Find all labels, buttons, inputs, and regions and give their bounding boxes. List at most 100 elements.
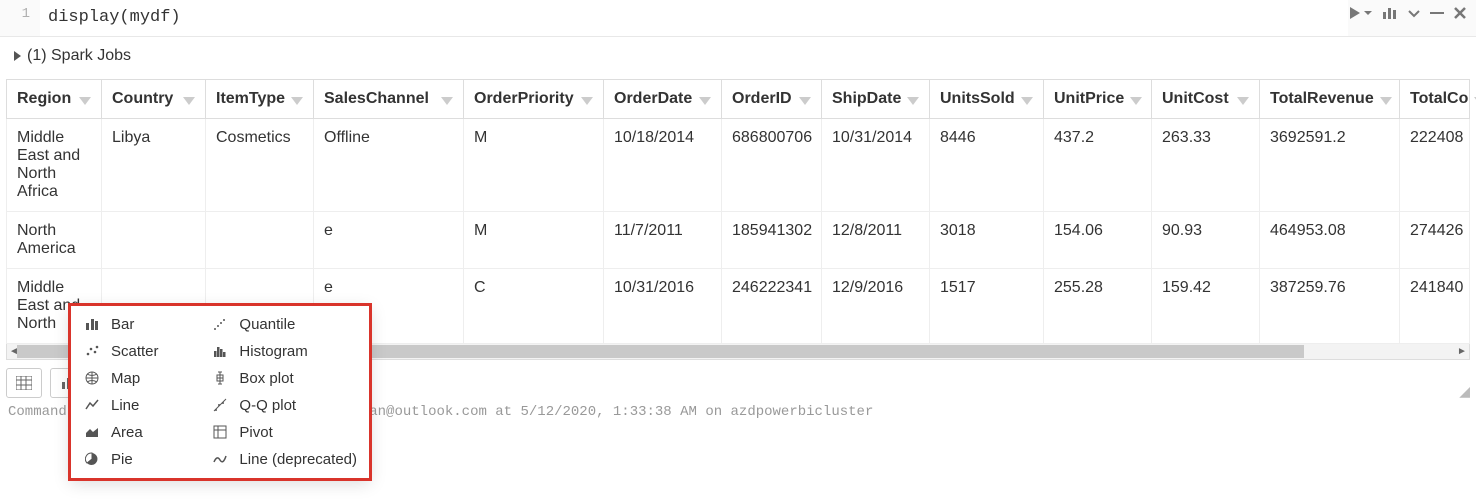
cell-unitssold: 1517 bbox=[930, 268, 1044, 343]
menu-item-label: Q-Q plot bbox=[239, 397, 296, 414]
column-header-shipdate[interactable]: ShipDate bbox=[822, 79, 930, 118]
chart-menu-scatter[interactable]: Scatter bbox=[83, 343, 193, 360]
chart-menu-pie[interactable]: Pie bbox=[83, 451, 193, 468]
pie-icon bbox=[83, 452, 101, 466]
cell-unitprice: 255.28 bbox=[1044, 268, 1152, 343]
column-header-unitssold[interactable]: UnitsSold bbox=[930, 79, 1044, 118]
expand-button[interactable] bbox=[1408, 8, 1420, 18]
cell-totalrevenue: 3692591.2 bbox=[1260, 118, 1400, 211]
sort-icon[interactable] bbox=[907, 97, 919, 105]
cell-unitssold: 8446 bbox=[930, 118, 1044, 211]
chart-menu-quantile[interactable]: Quantile bbox=[211, 316, 357, 333]
cell-orderdate: 10/18/2014 bbox=[604, 118, 722, 211]
cell-unitcost: 159.42 bbox=[1152, 268, 1260, 343]
spark-jobs-toggle[interactable]: (1) Spark Jobs bbox=[0, 37, 1476, 75]
sort-icon[interactable] bbox=[1130, 97, 1142, 105]
chart-menu-line[interactable]: Line bbox=[83, 397, 193, 414]
cell-saleschannel: e bbox=[314, 211, 464, 268]
notebook-cell: 1 display(mydf) (1) Spark Jobs bbox=[0, 0, 1476, 428]
table-row: North AmericaeM11/7/201118594130212/8/20… bbox=[7, 211, 1470, 268]
cell-shipdate: 10/31/2014 bbox=[822, 118, 930, 211]
cell-header: 1 display(mydf) bbox=[0, 0, 1476, 37]
column-header-orderpriority[interactable]: OrderPriority bbox=[464, 79, 604, 118]
column-header-country[interactable]: Country bbox=[102, 79, 206, 118]
cell-unitcost: 90.93 bbox=[1152, 211, 1260, 268]
menu-item-label: Pie bbox=[111, 451, 133, 468]
chart-menu-area[interactable]: Area bbox=[83, 424, 193, 441]
column-label: ShipDate bbox=[832, 90, 901, 108]
chart-menu-map[interactable]: Map bbox=[83, 370, 193, 387]
column-label: ItemType bbox=[216, 90, 285, 108]
chart-menu-line-deprecated-[interactable]: Line (deprecated) bbox=[211, 451, 357, 468]
box-icon bbox=[211, 371, 229, 385]
code-editor[interactable]: display(mydf) bbox=[40, 0, 1348, 36]
cell-region: Middle East and North Africa bbox=[7, 118, 102, 211]
column-header-totalrevenue[interactable]: TotalRevenue bbox=[1260, 79, 1400, 118]
sort-icon[interactable] bbox=[79, 97, 91, 105]
cell-totalrevenue: 387259.76 bbox=[1260, 268, 1400, 343]
sort-icon[interactable] bbox=[291, 97, 303, 105]
column-label: UnitCost bbox=[1162, 90, 1229, 108]
chart-view-button[interactable] bbox=[1382, 6, 1398, 20]
chart-menu-histogram[interactable]: Histogram bbox=[211, 343, 357, 360]
column-label: OrderID bbox=[732, 90, 792, 108]
cell-totalcost: 241840 bbox=[1400, 268, 1470, 343]
sort-icon[interactable] bbox=[441, 97, 453, 105]
sort-icon[interactable] bbox=[1380, 97, 1392, 105]
sort-icon[interactable] bbox=[581, 97, 593, 105]
cell-itemtype bbox=[206, 211, 314, 268]
sort-icon[interactable] bbox=[799, 97, 811, 105]
cell-totalrevenue: 464953.08 bbox=[1260, 211, 1400, 268]
column-label: Region bbox=[17, 90, 71, 108]
resize-grip-icon[interactable]: ◢ bbox=[1459, 383, 1470, 400]
cell-orderpriority: M bbox=[464, 211, 604, 268]
run-button[interactable] bbox=[1348, 6, 1372, 20]
chevron-right-icon bbox=[14, 51, 21, 61]
area-icon bbox=[83, 425, 101, 439]
column-label: SalesChannel bbox=[324, 90, 429, 108]
cell-country bbox=[102, 211, 206, 268]
column-header-itemtype[interactable]: ItemType bbox=[206, 79, 314, 118]
column-header-unitprice[interactable]: UnitPrice bbox=[1044, 79, 1152, 118]
minimize-button[interactable] bbox=[1430, 11, 1444, 15]
cell-orderpriority: M bbox=[464, 118, 604, 211]
output-region: Region Country ItemType SalesChannel OrderPr… bbox=[6, 79, 1470, 360]
cell-itemtype: Cosmetics bbox=[206, 118, 314, 211]
sort-icon[interactable] bbox=[699, 97, 711, 105]
column-label: OrderDate bbox=[614, 90, 692, 108]
sort-icon[interactable] bbox=[183, 97, 195, 105]
close-button[interactable] bbox=[1454, 7, 1466, 19]
column-header-region[interactable]: Region bbox=[7, 79, 102, 118]
pivot-icon bbox=[211, 425, 229, 439]
menu-item-label: Scatter bbox=[111, 343, 159, 360]
chart-menu-box-plot[interactable]: Box plot bbox=[211, 370, 357, 387]
column-header-saleschannel[interactable]: SalesChannel bbox=[314, 79, 464, 118]
table-row: Middle East and North AfricaLibyaCosmeti… bbox=[7, 118, 1470, 211]
menu-item-label: Line bbox=[111, 397, 139, 414]
histogram-icon bbox=[211, 344, 229, 358]
scroll-right-arrow[interactable]: ► bbox=[1455, 344, 1469, 359]
line-number: 1 bbox=[0, 0, 40, 28]
cell-unitprice: 437.2 bbox=[1044, 118, 1152, 211]
sort-icon[interactable] bbox=[1021, 97, 1033, 105]
column-header-orderid[interactable]: OrderID bbox=[722, 79, 822, 118]
chart-menu-q-q-plot[interactable]: Q-Q plot bbox=[211, 397, 357, 414]
sort-icon[interactable] bbox=[1237, 97, 1249, 105]
column-label: UnitPrice bbox=[1054, 90, 1124, 108]
menu-item-label: Map bbox=[111, 370, 140, 387]
column-label: TotalCo bbox=[1410, 90, 1468, 108]
column-header-totalcost[interactable]: TotalCo bbox=[1400, 79, 1470, 118]
bar-icon bbox=[83, 317, 101, 331]
cell-orderdate: 10/31/2016 bbox=[604, 268, 722, 343]
column-header-unitcost[interactable]: UnitCost bbox=[1152, 79, 1260, 118]
table-view-button[interactable] bbox=[6, 368, 42, 398]
column-label: OrderPriority bbox=[474, 90, 574, 108]
chart-menu-bar[interactable]: Bar bbox=[83, 316, 193, 333]
line-icon bbox=[83, 398, 101, 412]
column-label: UnitsSold bbox=[940, 90, 1015, 108]
chart-menu-pivot[interactable]: Pivot bbox=[211, 424, 357, 441]
cell-unitssold: 3018 bbox=[930, 211, 1044, 268]
column-header-orderdate[interactable]: OrderDate bbox=[604, 79, 722, 118]
spark-jobs-label: (1) Spark Jobs bbox=[27, 47, 131, 65]
cell-shipdate: 12/9/2016 bbox=[822, 268, 930, 343]
